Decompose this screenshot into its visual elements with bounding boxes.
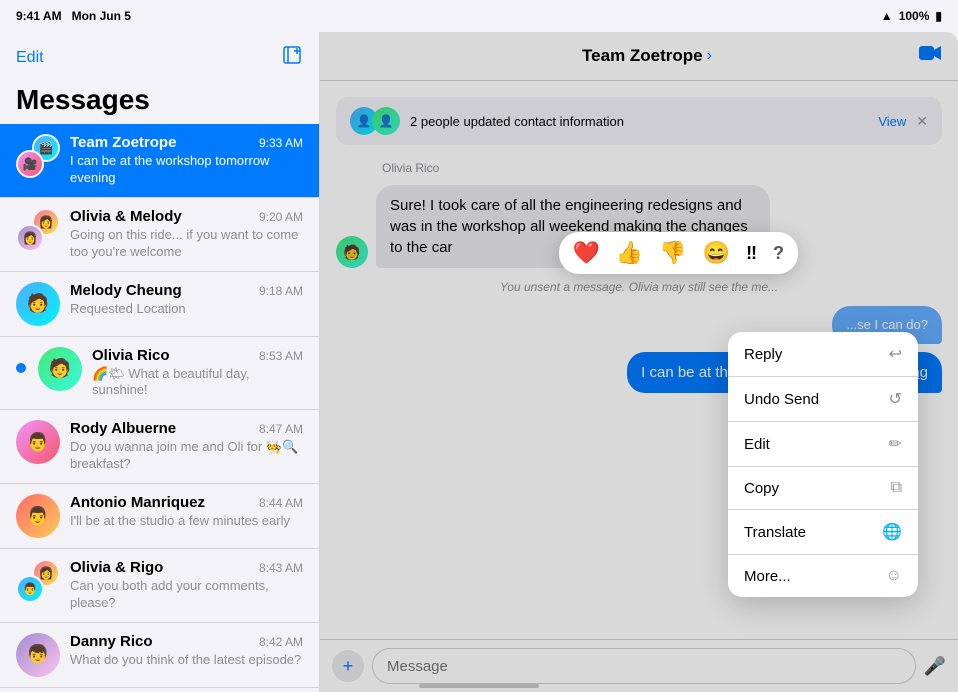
conv-time-melody-cheung: 9:18 AM xyxy=(259,284,303,298)
battery-label: 100% xyxy=(899,9,930,23)
reaction-thumbs-up[interactable]: 👍 xyxy=(616,240,643,266)
context-menu-translate[interactable]: Translate 🌐 xyxy=(728,510,918,555)
conv-item-rody-albuerne[interactable]: 👨 Rody Albuerne 8:47 AM Do you wanna joi… xyxy=(0,410,319,484)
reaction-bar: ❤️ 👍 👎 😄 ‼ ? xyxy=(559,232,799,274)
edit-button[interactable]: Edit xyxy=(16,49,44,67)
avatar-melody-cheung: 🧑 xyxy=(16,282,60,326)
conv-preview-olivia-melody: Going on this ride... if you want to com… xyxy=(70,227,303,261)
conv-time-rody-albuerne: 8:47 AM xyxy=(259,422,303,436)
conv-item-melody-cheung[interactable]: 🧑 Melody Cheung 9:18 AM Requested Locati… xyxy=(0,272,319,337)
conv-item-rigo-rangel[interactable]: 👨 Rigo Rangel Thursday August 31, 2018 –… xyxy=(0,688,319,692)
reaction-thumbs-down[interactable]: 👎 xyxy=(659,240,686,266)
undo-send-icon: ↺ xyxy=(889,389,902,409)
translate-icon: 🌐 xyxy=(882,522,902,542)
conv-preview-melody-cheung: Requested Location xyxy=(70,301,303,318)
conv-name-antonio-manriquez: Antonio Manriquez xyxy=(70,494,205,511)
context-menu: Reply ↩ Undo Send ↺ Edit ✏ Copy ⧉ Transl… xyxy=(728,332,918,597)
more-icon: ☺ xyxy=(886,567,902,585)
context-menu-undo-send-label: Undo Send xyxy=(744,391,819,408)
conv-time-antonio-manriquez: 8:44 AM xyxy=(259,496,303,510)
sidebar: Edit Messages 🎬 🎥 Team xyxy=(0,32,320,692)
avatar-olivia-rigo: 👩 👨 xyxy=(16,559,60,603)
context-menu-translate-label: Translate xyxy=(744,524,806,541)
reaction-heart[interactable]: ❤️ xyxy=(573,240,600,266)
context-menu-copy[interactable]: Copy ⧉ xyxy=(728,467,918,510)
conv-name-olivia-rico: Olivia Rico xyxy=(92,347,170,364)
conv-name-rody-albuerne: Rody Albuerne xyxy=(70,420,176,437)
conv-time-olivia-rigo: 8:43 AM xyxy=(259,561,303,575)
conv-item-team-zoetrope[interactable]: 🎬 🎥 Team Zoetrope 9:33 AM I can be at th… xyxy=(0,124,319,198)
context-menu-reply[interactable]: Reply ↩ xyxy=(728,332,918,377)
conv-preview-olivia-rigo: Can you both add your comments, please? xyxy=(70,578,303,612)
conv-time-olivia-rico: 8:53 AM xyxy=(259,349,303,363)
unread-dot-olivia-rico xyxy=(16,363,26,373)
conv-time-team-zoetrope: 9:33 AM xyxy=(259,136,303,150)
status-bar: 9:41 AM Mon Jun 5 ▲ 100% ▮ xyxy=(0,0,958,32)
status-left: 9:41 AM Mon Jun 5 xyxy=(16,9,131,23)
conv-preview-rody-albuerne: Do you wanna join me and Oli for 🧑‍🍳🔍 br… xyxy=(70,439,303,473)
copy-icon: ⧉ xyxy=(891,479,902,497)
conv-preview-olivia-rico: 🌈🌤 What a beautiful day, sunshine! xyxy=(92,366,303,400)
status-time: 9:41 AM xyxy=(16,9,62,23)
conv-item-antonio-manriquez[interactable]: 👨 Antonio Manriquez 8:44 AM I'll be at t… xyxy=(0,484,319,549)
conv-name-melody-cheung: Melody Cheung xyxy=(70,282,182,299)
conv-item-olivia-rico[interactable]: 🧑 Olivia Rico 8:53 AM 🌈🌤 What a beautifu… xyxy=(0,337,319,411)
conv-item-olivia-melody[interactable]: 👩 👩 Olivia & Melody 9:20 AM Going on thi… xyxy=(0,198,319,272)
conv-name-olivia-melody: Olivia & Melody xyxy=(70,208,182,225)
context-menu-reply-label: Reply xyxy=(744,346,782,363)
sidebar-title: Messages xyxy=(0,80,319,124)
chat-panel: Team Zoetrope › 👤 👤 2 people updated con… xyxy=(320,32,958,692)
battery-icon: ▮ xyxy=(935,9,942,23)
conv-time-olivia-melody: 9:20 AM xyxy=(259,210,303,224)
app-container: Edit Messages 🎬 🎥 Team xyxy=(0,32,958,692)
reaction-laugh[interactable]: 😄 xyxy=(703,240,730,266)
reaction-question[interactable]: ? xyxy=(773,243,784,264)
context-menu-copy-label: Copy xyxy=(744,480,779,497)
status-date: Mon Jun 5 xyxy=(72,9,131,23)
conv-time-danny-rico: 8:42 AM xyxy=(259,635,303,649)
conv-name-olivia-rigo: Olivia & Rigo xyxy=(70,559,163,576)
avatar-olivia-melody: 👩 👩 xyxy=(16,208,60,252)
avatar-antonio-manriquez: 👨 xyxy=(16,494,60,538)
status-right: ▲ 100% ▮ xyxy=(881,9,942,23)
sidebar-header: Edit xyxy=(0,32,319,80)
conv-preview-antonio-manriquez: I'll be at the studio a few minutes earl… xyxy=(70,513,303,530)
conv-name-danny-rico: Danny Rico xyxy=(70,633,153,650)
reaction-exclamation[interactable]: ‼ xyxy=(746,243,757,264)
avatar-danny-rico: 👦 xyxy=(16,633,60,677)
avatar-rody-albuerne: 👨 xyxy=(16,420,60,464)
conv-item-olivia-rigo[interactable]: 👩 👨 Olivia & Rigo 8:43 AM Can you both a… xyxy=(0,549,319,623)
conv-name-team-zoetrope: Team Zoetrope xyxy=(70,134,176,151)
edit-icon: ✏ xyxy=(889,434,902,454)
context-menu-more-label: More... xyxy=(744,568,791,585)
reply-icon: ↩ xyxy=(889,344,902,364)
conversation-list: 🎬 🎥 Team Zoetrope 9:33 AM I can be at th… xyxy=(0,124,319,692)
context-menu-undo-send[interactable]: Undo Send ↺ xyxy=(728,377,918,422)
conv-preview-team-zoetrope: I can be at the workshop tomorrow evenin… xyxy=(70,153,303,187)
wifi-icon: ▲ xyxy=(881,9,893,23)
conv-item-danny-rico[interactable]: 👦 Danny Rico 8:42 AM What do you think o… xyxy=(0,623,319,688)
context-menu-edit[interactable]: Edit ✏ xyxy=(728,422,918,467)
conv-preview-danny-rico: What do you think of the latest episode? xyxy=(70,652,303,669)
compose-button[interactable] xyxy=(281,44,303,72)
avatar-olivia-rico: 🧑 xyxy=(38,347,82,391)
context-menu-more[interactable]: More... ☺ xyxy=(728,555,918,597)
avatar-team-zoetrope: 🎬 🎥 xyxy=(16,134,60,178)
context-menu-edit-label: Edit xyxy=(744,436,770,453)
